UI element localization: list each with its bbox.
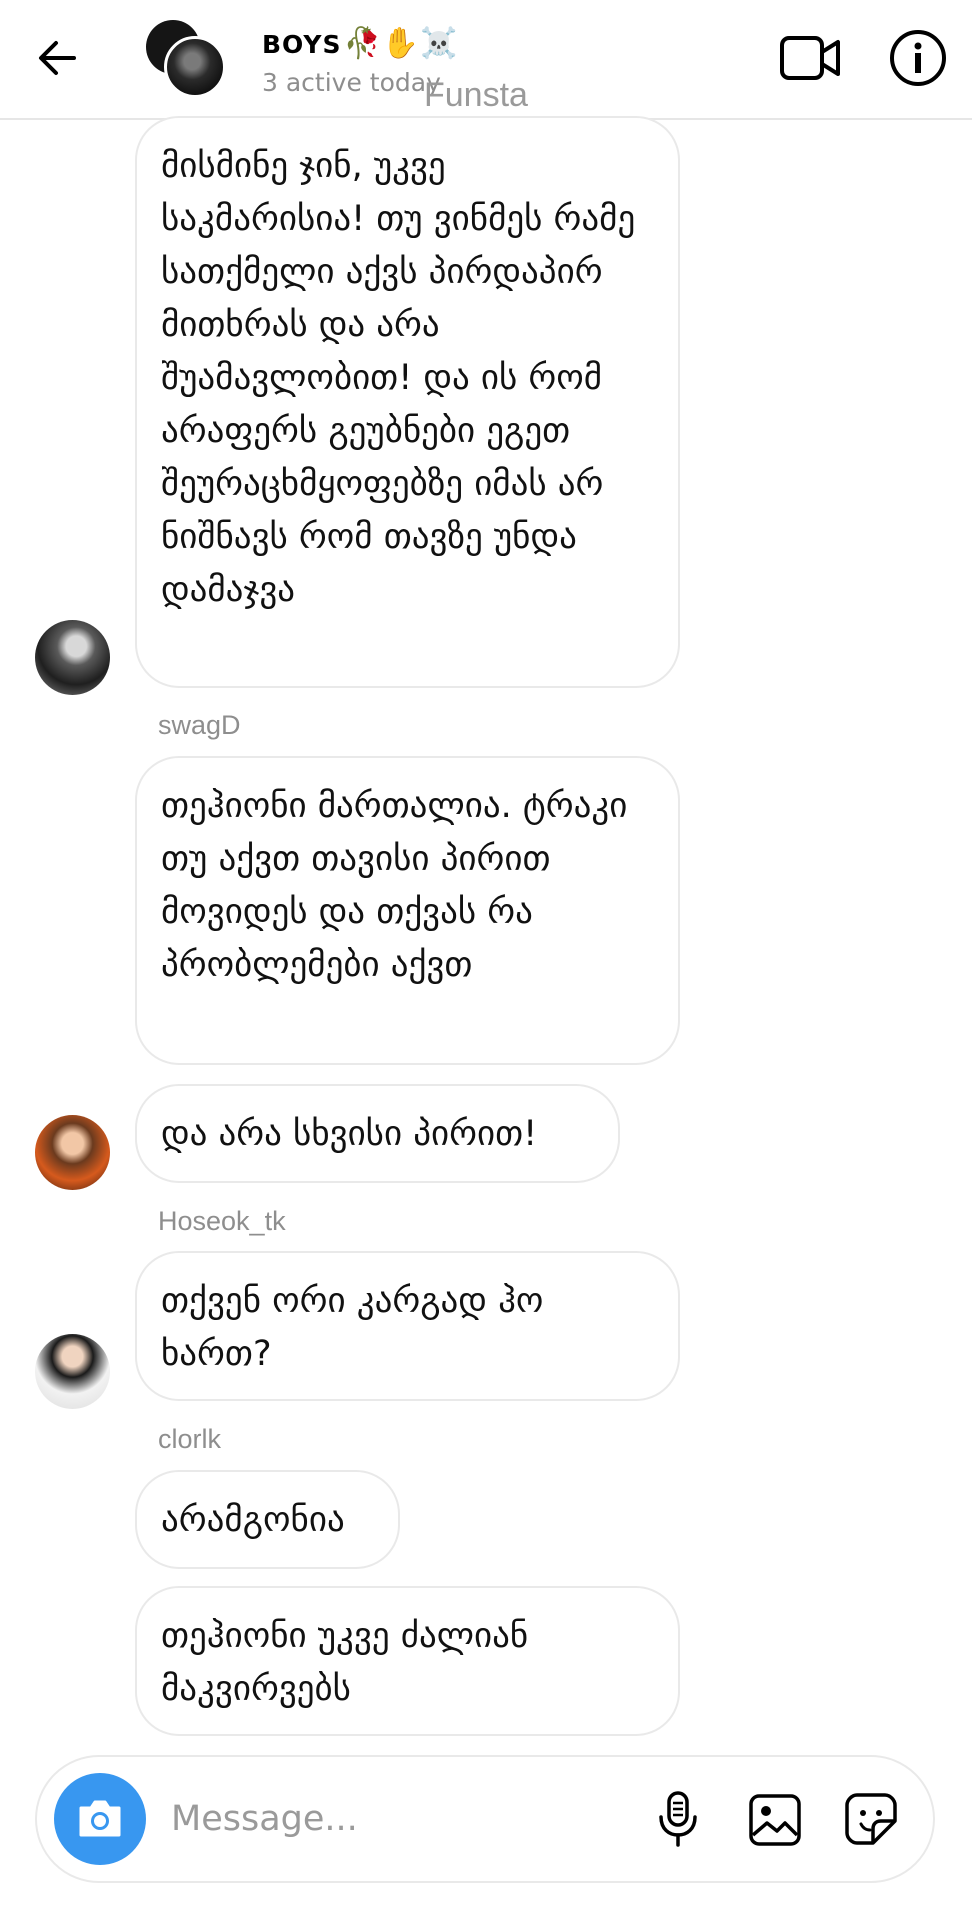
- sticker-button[interactable]: [843, 1791, 899, 1847]
- chat-header: BOYS🥀✋☠️ 3 active today Funsta: [0, 0, 972, 120]
- back-button[interactable]: [30, 30, 86, 86]
- sticker-icon: [845, 1793, 897, 1845]
- microphone-icon: [659, 1791, 697, 1847]
- sender-avatar[interactable]: [35, 620, 110, 695]
- sender-name: Hoseok_tk: [158, 1206, 286, 1236]
- chat-title-emoji: 🥀✋☠️: [343, 26, 459, 61]
- info-button[interactable]: [887, 27, 949, 89]
- chat-title-text: BOYS: [262, 30, 342, 59]
- sender-name: swagD: [158, 710, 241, 740]
- message-bubble[interactable]: და არა სხვისი პირით!: [135, 1084, 620, 1183]
- message-bubble[interactable]: თეჰიონი უკვე ძალიან მაკვირვებს: [135, 1586, 680, 1736]
- message-bubble[interactable]: მისმინე ჯინ, უკვე საკმარისია! თუ ვინმეს …: [135, 116, 680, 688]
- message-composer: [35, 1755, 935, 1883]
- sender-avatar[interactable]: [35, 1115, 110, 1190]
- video-call-button[interactable]: [778, 30, 844, 86]
- arrow-left-icon: [39, 41, 76, 75]
- group-avatar-front: [164, 36, 226, 98]
- chat-title[interactable]: BOYS🥀✋☠️: [262, 26, 459, 61]
- camera-icon: [79, 1800, 121, 1837]
- image-icon: [749, 1794, 801, 1846]
- sender-avatar[interactable]: [35, 1334, 110, 1409]
- message-bubble[interactable]: თეჰიონი მართალია. ტრაკი თუ აქვთ თავისი პ…: [135, 756, 680, 1065]
- message-bubble[interactable]: თქვენ ორი კარგად ჰო ხართ?: [135, 1251, 680, 1401]
- camera-button[interactable]: [54, 1773, 146, 1865]
- sender-name: clorlk: [158, 1424, 222, 1454]
- video-camera-icon: [780, 36, 840, 80]
- message-bubble[interactable]: არამგონია: [135, 1470, 400, 1569]
- gallery-button[interactable]: [748, 1793, 802, 1847]
- group-avatar[interactable]: [146, 20, 226, 98]
- watermark: Funsta: [424, 76, 528, 114]
- message-input[interactable]: [169, 1793, 543, 1845]
- voice-message-button[interactable]: [653, 1789, 703, 1849]
- info-icon: [890, 30, 946, 86]
- active-status: 3 active today: [262, 68, 441, 97]
